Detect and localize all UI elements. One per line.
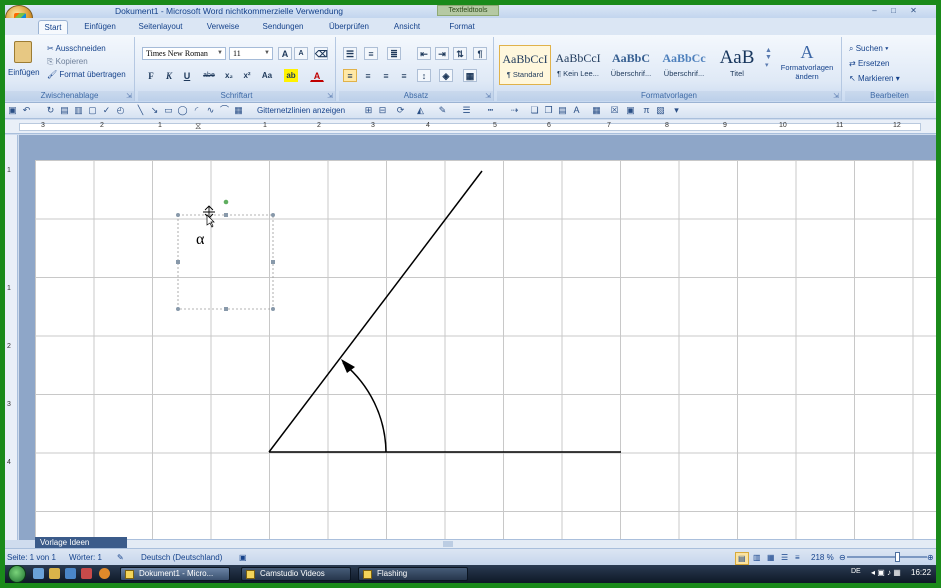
move-cursor-icon: [203, 205, 215, 219]
resize-handle[interactable]: [271, 213, 275, 217]
zoom-slider-knob[interactable]: [895, 552, 900, 562]
zoom-slider[interactable]: [847, 556, 927, 558]
start-button[interactable]: [8, 565, 26, 583]
resize-handle[interactable]: [271, 260, 275, 264]
status-bar: Seite: 1 von 1 Wörter: 1 ✎ Deutsch (Deut…: [5, 548, 936, 565]
arrowhead-icon: [341, 359, 355, 373]
word-doc-icon: [125, 570, 134, 579]
taskbar-item-flashing[interactable]: Flashing: [358, 567, 468, 581]
word-count[interactable]: Wörter: 1: [69, 552, 102, 563]
word-window: Dokument1 - Microsoft Word nichtkommerzi…: [5, 5, 936, 583]
zoom-in-icon[interactable]: ⊕: [927, 552, 934, 563]
macro-icon[interactable]: ▣: [239, 552, 247, 563]
resize-handle[interactable]: [271, 307, 275, 311]
web-view-icon[interactable]: ▦: [767, 552, 775, 563]
angle-arc[interactable]: [342, 362, 387, 453]
scroll-thumb[interactable]: [443, 541, 453, 547]
page-count[interactable]: Seite: 1 von 1: [7, 552, 56, 563]
zoom-level[interactable]: 218 %: [811, 552, 834, 563]
textbox-frame[interactable]: [177, 214, 274, 310]
folder-icon: [363, 570, 372, 579]
horizontal-scrollbar[interactable]: [127, 539, 936, 548]
alpha-symbol[interactable]: α: [196, 231, 204, 249]
angle-ray-line[interactable]: [268, 170, 483, 453]
resize-handle[interactable]: [224, 307, 228, 311]
template-tab[interactable]: Vorlage Ideen: [35, 537, 127, 548]
media-icon[interactable]: [81, 568, 92, 579]
proofing-icon[interactable]: ✎: [117, 552, 124, 563]
language-indicator[interactable]: Deutsch (Deutschland): [141, 552, 222, 563]
tray-icons[interactable]: ◂ ▣ ♪ ▦: [871, 568, 901, 577]
draft-view-icon[interactable]: ≡: [795, 552, 800, 563]
resize-handle[interactable]: [176, 260, 180, 264]
taskbar: Dokument1 - Micro... Camstudio Videos Fl…: [5, 565, 936, 583]
show-desktop-icon[interactable]: [33, 568, 44, 579]
folder-icon: [246, 570, 255, 579]
angle-drawing[interactable]: [5, 5, 936, 535]
taskbar-item-camstudio[interactable]: Camstudio Videos: [241, 567, 351, 581]
resize-handle[interactable]: [224, 213, 228, 217]
fullscreen-view-icon[interactable]: ▥: [753, 552, 761, 563]
tray-language[interactable]: DE: [851, 568, 861, 575]
firefox-icon[interactable]: [99, 568, 110, 579]
resize-handle[interactable]: [176, 213, 180, 217]
taskbar-item-word[interactable]: Dokument1 - Micro...: [120, 567, 230, 581]
print-layout-view-icon[interactable]: ▤: [735, 552, 749, 565]
outline-view-icon[interactable]: ☰: [781, 552, 788, 563]
zoom-out-icon[interactable]: ⊖: [839, 552, 846, 563]
explorer-icon[interactable]: [49, 568, 60, 579]
clock[interactable]: 16:22: [911, 568, 931, 577]
rotate-handle[interactable]: [223, 199, 229, 205]
resize-handle[interactable]: [176, 307, 180, 311]
ie-icon[interactable]: [65, 568, 76, 579]
